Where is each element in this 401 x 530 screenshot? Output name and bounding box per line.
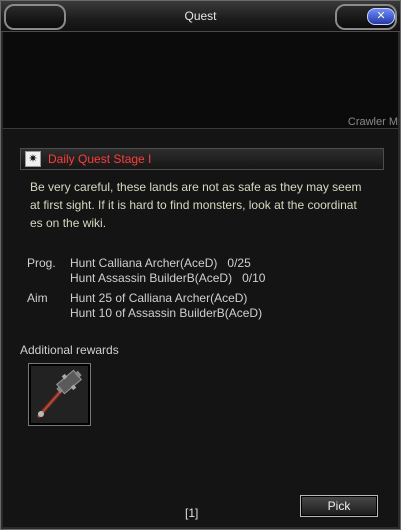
- reward-item-slot[interactable]: [28, 363, 91, 426]
- progress-item: Hunt Calliana Archer(AceD) 0/25: [70, 256, 265, 271]
- quest-header: ✷ Daily Quest Stage I: [20, 148, 384, 170]
- quest-description: Be very careful, these lands are not as …: [30, 178, 374, 232]
- quest-window: Quest ✕ Crawler M ✷ Daily Quest Stage I …: [0, 0, 401, 530]
- aim-label: Aim: [27, 291, 48, 305]
- monster-name-label: Crawler M: [347, 116, 398, 128]
- page-indicator: [1]: [185, 506, 199, 520]
- description-line: at first sight. If it is hard to find mo…: [30, 198, 357, 212]
- quest-panel: ✷ Daily Quest Stage I Be very careful, t…: [4, 129, 397, 527]
- progress-list: Hunt Calliana Archer(AceD) 0/25 Hunt Assa…: [70, 256, 265, 286]
- description-line: es on the wiki.: [30, 216, 107, 230]
- progress-count: 0/25: [227, 256, 251, 270]
- progress-label: Prog.: [27, 256, 56, 270]
- aim-list: Hunt 25 of Calliana Archer(AceD) Hunt 10…: [70, 291, 262, 321]
- pick-button[interactable]: Pick: [300, 495, 378, 517]
- progress-count: 0/10: [242, 271, 266, 285]
- quest-title: Daily Quest Stage I: [48, 152, 152, 166]
- quest-star-icon: ✷: [25, 151, 41, 167]
- aim-item: Hunt 25 of Calliana Archer(AceD): [70, 291, 248, 305]
- title-bar[interactable]: Quest ✕: [1, 1, 400, 32]
- progress-item: Hunt Assassin BuilderB(AceD) 0/10: [70, 271, 265, 286]
- rewards-label: Additional rewards: [20, 343, 119, 357]
- close-button[interactable]: ✕: [367, 8, 395, 25]
- aim-item: Hunt 10 of Assassin BuilderB(AceD): [70, 306, 263, 320]
- description-line: Be very careful, these lands are not as …: [30, 180, 362, 194]
- scene-preview: Crawler M: [3, 32, 398, 129]
- progress-text: Hunt Calliana Archer(AceD): [70, 256, 218, 270]
- progress-text: Hunt Assassin BuilderB(AceD): [70, 271, 233, 285]
- mace-icon: [37, 369, 82, 418]
